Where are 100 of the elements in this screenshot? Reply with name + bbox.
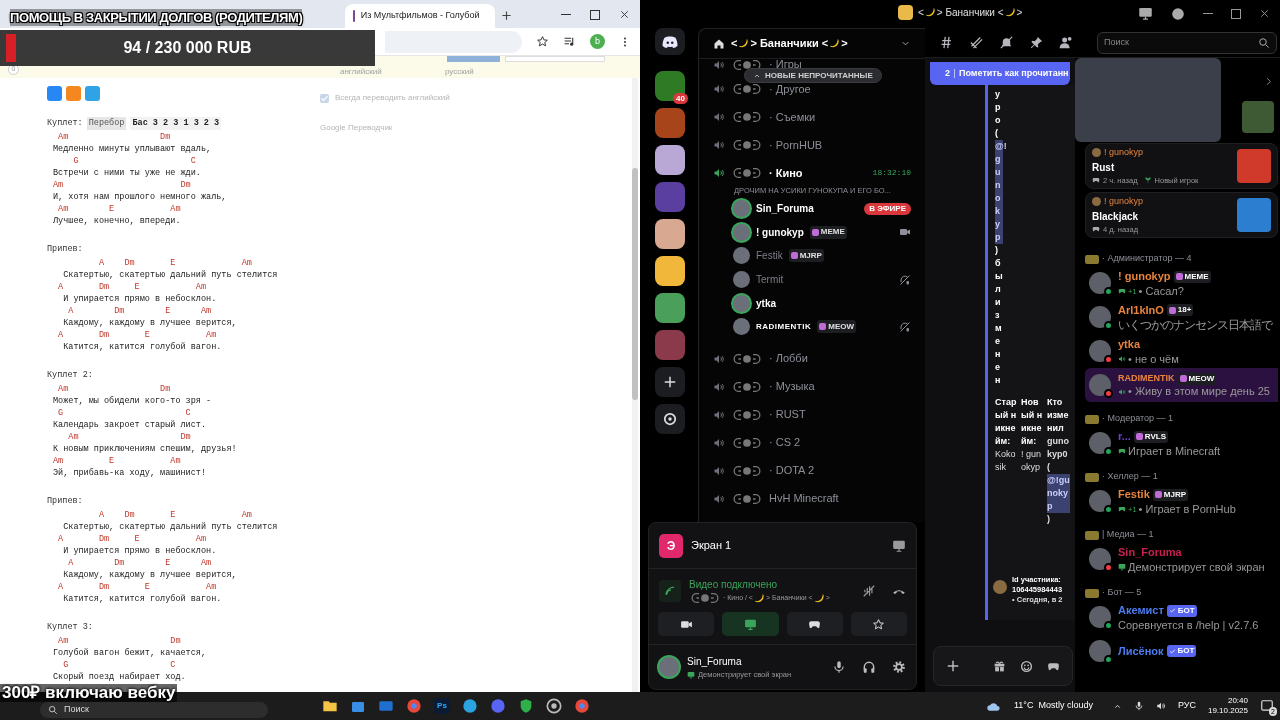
member-status: • Играет в PornHub	[1138, 502, 1236, 516]
role-group-heading: · Модератор — 1	[1102, 412, 1173, 426]
lyric-line: Катится, катится голубой вагон.	[62, 593, 223, 605]
chord-line: Am E Am	[57, 203, 182, 215]
chord-line: A Dm E Am	[57, 329, 218, 341]
role-group-heading: · Хеллер — 1	[1102, 470, 1158, 484]
lyric-line: Эй, прибавь-ка ходу, машинист!	[52, 467, 208, 479]
member-name: Sin_Foruma	[756, 202, 814, 217]
member-status: Играет в Minecraft	[1128, 444, 1221, 458]
chord-line: G C	[72, 155, 197, 167]
member-status: Демонстрирует свой экран	[1128, 560, 1265, 574]
member-name: r...	[1118, 429, 1131, 445]
game-title: Rust	[1092, 160, 1116, 175]
chord-line: A Dm E Am	[67, 305, 213, 317]
role-tag: MJRP	[1152, 488, 1189, 501]
bot-tag: БОТ	[1166, 604, 1197, 617]
member-name: RADIMENTIK	[1118, 371, 1175, 385]
member-name: Лисёнок	[1118, 643, 1164, 659]
role-group-heading: · Администратор — 4	[1102, 252, 1192, 266]
chord-line: Am Dm	[57, 635, 182, 647]
member-status: いくつかのナンセンス日本語で	[1118, 318, 1272, 333]
role-group-heading: | Медиа — 1	[1102, 528, 1154, 542]
section-heading: Припев:	[47, 243, 83, 256]
live-badge: В ЭФИРЕ	[864, 202, 911, 215]
bot-tag: БОТ	[1166, 645, 1197, 657]
role-tag: 18+	[1166, 304, 1194, 316]
member-name: ytka	[1118, 337, 1141, 353]
window-title: >	[1016, 6, 1023, 20]
window-title: > Бананчики <	[936, 6, 1004, 20]
chord-line: A Dm E Am	[57, 281, 208, 293]
lyric-line: И, хотя нам прошлого немного жаль,	[52, 191, 228, 203]
connection-status: Видео подключено	[689, 578, 779, 592]
section-heading: Куплет 2:	[47, 369, 93, 382]
field-value: gunokyp0 ( @!gunokyp )	[1047, 435, 1070, 526]
translator-label: Google Переводчик	[320, 122, 393, 134]
chord-line: G C	[62, 659, 177, 671]
app-icon: Э	[659, 533, 683, 558]
member-name: Festik	[1118, 487, 1150, 503]
role-tag: MEME	[1173, 270, 1211, 283]
field-name: Старый никнейм:	[995, 396, 1018, 448]
member-name: ! gunokyp	[1118, 269, 1171, 285]
lyric-line: Скорый поезд набирает ход.	[52, 671, 187, 683]
member-status: • Живу в этом мире день 25	[1128, 385, 1270, 399]
game-title: Blackjack	[1092, 209, 1140, 224]
webcam-goal-note: 300₽ включаю вебку	[0, 684, 178, 702]
chord-line: Am Dm	[57, 383, 172, 395]
activity-user: ! gunokyp	[1104, 146, 1144, 160]
channel-timer: 18:32:10	[872, 167, 911, 179]
chord-line: Am Dm	[67, 431, 192, 443]
chord-line: Am Dm	[57, 131, 172, 143]
clock-date: 19.10.2025	[1207, 706, 1248, 716]
role-tag: RVLS	[1133, 430, 1169, 443]
chord-line: Am E Am	[52, 455, 182, 467]
field-value: ! gunokyp	[1021, 448, 1043, 474]
lyric-line: К новым приключениям спешим, друзья!	[52, 443, 238, 455]
role-tag: MEOW	[817, 320, 856, 334]
field-value: Kokosik	[995, 448, 1017, 474]
lyric-line: Календарь закроет старый лист.	[52, 419, 208, 431]
lyric-line: Скатертью, скатертью дальний путь стелится	[62, 521, 279, 533]
user-name: Sin_Foruma	[687, 654, 743, 669]
lyric-line: Лучшее, конечно, впереди.	[52, 215, 182, 227]
lyric-line: Скатертью, скатертью дальний путь стелится	[62, 269, 279, 281]
member-name: Акемист	[1118, 603, 1164, 619]
lyric-line: Голубой вагон бежит, качается,	[52, 647, 208, 659]
temperature: 11°C	[1013, 699, 1034, 713]
role-group-heading: · Бот — 5	[1102, 586, 1142, 600]
role-tag: MEOW	[1177, 372, 1217, 385]
window-title: <	[918, 6, 924, 20]
goal-title: ПОМОЩЬ В ЗАКРЫТИИ ДОЛГОВ (РОДИТЕЛЯМ)	[10, 9, 303, 26]
section-heading: Куплет 3:	[47, 621, 93, 634]
chord-line: A Dm E Am	[97, 257, 253, 269]
member-name: RADIMENTIK	[756, 320, 812, 333]
member-status: Соревнуется в /help | v2.7.6	[1118, 618, 1259, 632]
lyric-line: Медленно минуты уплывают вдаль,	[52, 143, 213, 155]
member-name: Sin_Foruma	[1118, 545, 1182, 561]
member-name: ytka	[756, 296, 776, 311]
chord-line: A Dm E Am	[67, 557, 213, 569]
clock-time: 20:40	[1227, 696, 1248, 706]
member-name: Arl1kInO	[1118, 302, 1164, 318]
weather-text: Mostly cloudy	[1038, 699, 1093, 713]
member-name: ! gunokyp	[756, 225, 804, 240]
role-tag: MJRP	[788, 249, 824, 263]
lyric-line: И упирается прямо в небосклон.	[62, 545, 218, 557]
member-name: Termit	[756, 273, 784, 288]
field-name: Кто изменил	[1047, 396, 1070, 435]
lyric-line: Встречи с ними ты уже не жди.	[52, 167, 202, 179]
member-name: Festik	[756, 249, 783, 264]
unread-badge: 40	[673, 93, 688, 104]
member-status: • не о чём	[1128, 352, 1179, 366]
section-heading: Припев:	[47, 495, 83, 508]
lyric-line: Каждому, каждому в лучшее верится,	[62, 317, 238, 329]
field-name: Новый никнейм:	[1021, 396, 1044, 448]
member-status: • Сасал?	[1138, 284, 1184, 298]
lyric-line: И упирается прямо в небосклон.	[62, 293, 218, 305]
section-heading: Куплет:	[47, 117, 83, 130]
chord-line: A Dm E Am	[57, 581, 218, 593]
chord-line: A Dm E Am	[57, 533, 208, 545]
role-tag: MEME	[809, 225, 847, 239]
activity-user: ! gunokyp	[1104, 195, 1144, 209]
lyric-line: Может, мы обидели кого-то зря -	[52, 395, 213, 407]
